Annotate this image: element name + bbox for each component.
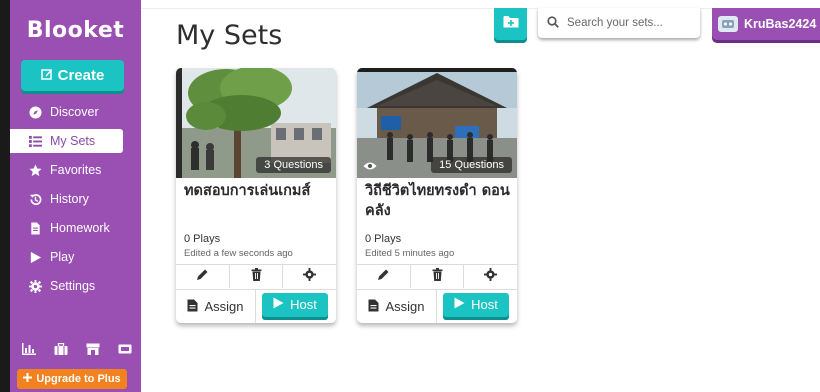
search-input[interactable] xyxy=(567,17,692,29)
host-label: Host xyxy=(471,297,498,312)
sidebar-item-label: History xyxy=(50,192,89,206)
pencil-icon xyxy=(377,268,390,286)
sidebar-item-my-sets[interactable]: My Sets xyxy=(10,129,123,153)
document-icon xyxy=(368,299,379,315)
gear-icon xyxy=(303,267,317,286)
sidebar-item-homework[interactable]: Homework xyxy=(10,216,141,240)
pencil-icon xyxy=(196,268,209,286)
question-count-badge: 3 Questions xyxy=(256,157,331,173)
upgrade-to-plus-button[interactable]: Upgrade to Plus xyxy=(17,369,127,389)
set-title: ทดสอบการเล่นเกมส์ xyxy=(184,183,311,199)
briefcase-icon[interactable] xyxy=(54,343,68,355)
play-count: 0 Plays xyxy=(365,233,402,245)
sidebar: Blooket Create Discover My Sets Favorite… xyxy=(10,0,141,392)
assign-button[interactable]: Assign xyxy=(357,289,437,323)
edit-button[interactable] xyxy=(176,265,230,288)
document-icon xyxy=(187,299,198,315)
set-actions xyxy=(176,264,336,288)
history-icon xyxy=(28,192,42,206)
settings-button[interactable] xyxy=(283,265,336,288)
set-bottom-actions: Assign Host xyxy=(357,289,517,323)
sidebar-item-label: My Sets xyxy=(50,134,96,148)
search-bar[interactable] xyxy=(538,8,700,38)
eye-icon xyxy=(363,162,377,170)
ticket-icon[interactable] xyxy=(118,343,132,355)
create-button-label: Create xyxy=(57,67,105,84)
star-icon xyxy=(28,163,42,177)
settings-button[interactable] xyxy=(464,265,517,288)
delete-button[interactable] xyxy=(411,265,465,288)
sidebar-item-label: Favorites xyxy=(50,163,102,177)
assign-label: Assign xyxy=(385,299,425,314)
username: KruBas2424 xyxy=(744,17,817,31)
gear-icon xyxy=(484,267,498,286)
edited-time: Edited a few seconds ago xyxy=(184,248,293,259)
upgrade-label: Upgrade to Plus xyxy=(36,373,121,385)
set-bottom-actions: Assign Host xyxy=(176,289,336,323)
avatar xyxy=(718,16,738,32)
assign-button[interactable]: Assign xyxy=(176,289,256,323)
new-folder-button[interactable] xyxy=(494,8,527,40)
search-icon xyxy=(547,15,559,31)
sidebar-item-play[interactable]: Play xyxy=(10,245,141,269)
chart-icon[interactable] xyxy=(22,343,36,355)
set-thumbnail: 3 Questions xyxy=(176,68,336,178)
sidebar-item-settings[interactable]: Settings xyxy=(10,274,141,298)
list-icon xyxy=(28,134,42,148)
edit-square-icon xyxy=(40,68,53,83)
sidebar-item-label: Discover xyxy=(50,105,99,119)
host-label: Host xyxy=(290,297,317,312)
trash-icon xyxy=(431,267,444,286)
set-title: วิถีชีวิตไทยทรงดำ ดอนคลัง xyxy=(365,183,510,219)
compass-icon xyxy=(28,105,42,119)
folder-plus-icon xyxy=(503,15,519,33)
question-count-badge: 15 Questions xyxy=(431,157,512,173)
window-edge xyxy=(0,0,10,392)
edited-time: Edited 5 minutes ago xyxy=(365,248,455,259)
delete-button[interactable] xyxy=(230,265,284,288)
set-thumbnail: 15 Questions xyxy=(357,68,517,178)
assign-label: Assign xyxy=(204,299,244,314)
sidebar-item-history[interactable]: History xyxy=(10,187,141,211)
set-card[interactable]: 15 Questions วิถีชีวิตไทยทรงดำ ดอนคลัง 0… xyxy=(357,68,517,323)
create-button[interactable]: Create xyxy=(21,60,124,91)
page-title: My Sets xyxy=(176,20,283,51)
store-icon[interactable] xyxy=(86,343,100,355)
set-card[interactable]: 3 Questions ทดสอบการเล่นเกมส์ 0 Plays Ed… xyxy=(176,68,336,323)
sidebar-item-label: Settings xyxy=(50,279,96,293)
plus-icon xyxy=(23,373,33,385)
sidebar-item-label: Homework xyxy=(50,221,110,235)
trash-icon xyxy=(250,267,263,286)
play-icon xyxy=(273,297,284,312)
edit-button[interactable] xyxy=(357,265,411,288)
document-icon xyxy=(28,221,42,235)
sidebar-item-discover[interactable]: Discover xyxy=(10,100,141,124)
user-menu[interactable]: KruBas2424 xyxy=(712,8,820,40)
play-count: 0 Plays xyxy=(184,233,221,245)
play-icon xyxy=(454,297,465,312)
host-button[interactable]: Host xyxy=(443,292,509,317)
set-actions xyxy=(357,264,517,288)
play-icon xyxy=(28,250,42,264)
host-button[interactable]: Host xyxy=(262,292,328,317)
sidebar-bottom-icons xyxy=(22,343,132,355)
sidebar-item-favorites[interactable]: Favorites xyxy=(10,158,141,182)
blooket-logo[interactable]: Blooket xyxy=(10,18,141,43)
sidebar-item-label: Play xyxy=(50,250,75,264)
sidebar-nav: Discover My Sets Favorites History Homew… xyxy=(10,100,141,303)
gear-icon xyxy=(28,279,42,293)
